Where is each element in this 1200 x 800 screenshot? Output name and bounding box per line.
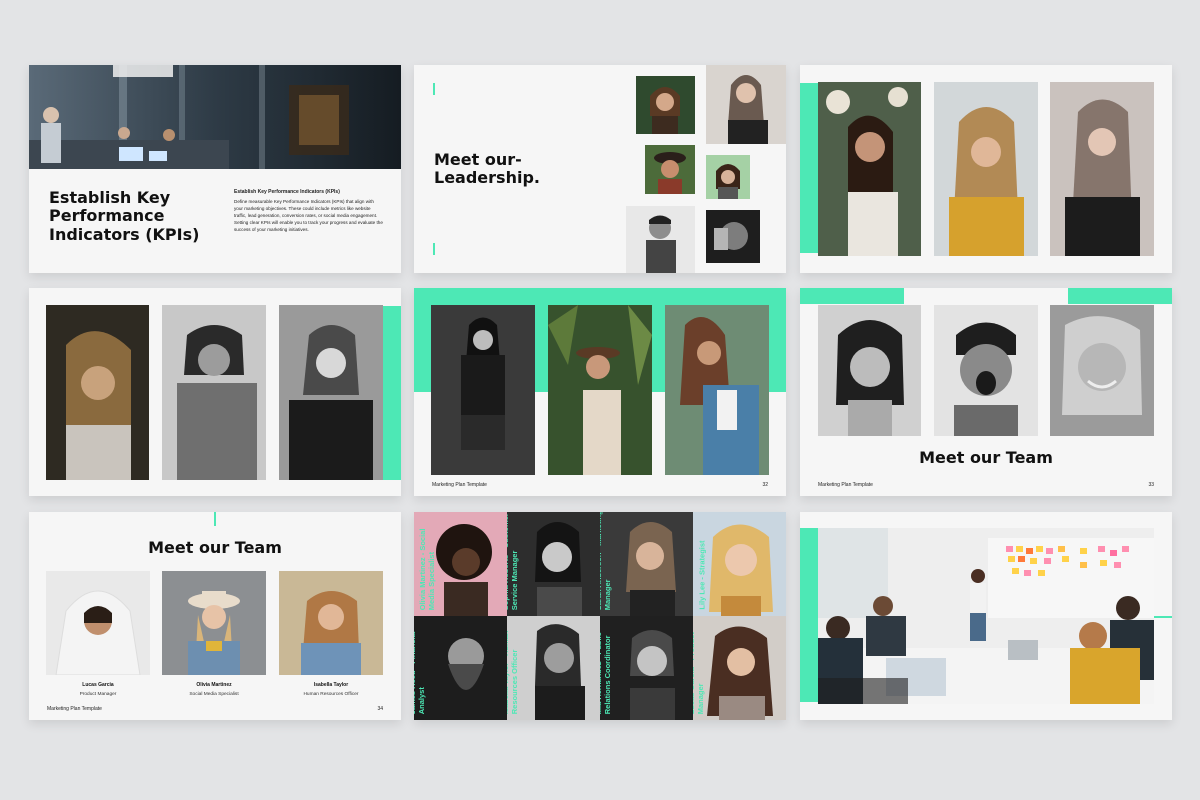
portrait-photo — [431, 305, 535, 475]
portrait-photo — [46, 571, 150, 675]
portrait-photo — [1050, 82, 1154, 256]
portrait-photo — [706, 65, 786, 144]
accent-bar — [800, 83, 818, 253]
slide-teal-gallery[interactable]: Marketing Plan Template 32 — [414, 288, 786, 496]
portrait-photo — [706, 210, 760, 263]
slide-team-bw[interactable]: Meet our Team Marketing Plan Template 33 — [800, 288, 1172, 496]
portrait-photo — [279, 571, 383, 675]
team-tile: Olivia Martinez - Social Media Specialis… — [414, 512, 507, 616]
member-role: Product Manager — [79, 692, 117, 697]
member-label: Isabella Taylor - Human Resources Office… — [507, 630, 519, 714]
office-photo — [29, 65, 401, 169]
team-tile: Sophia Roberts - Customer Service Manage… — [507, 512, 600, 616]
portrait-photo — [818, 82, 921, 256]
team-tile: Lily Lee - Strategist — [693, 512, 786, 616]
portrait-photo — [665, 305, 769, 475]
portrait-photo — [934, 305, 1038, 436]
member-label: Lucas Garcia - Product Manager — [693, 631, 705, 714]
team-title: Meet our Team — [919, 448, 1053, 467]
slide-bw-portraits[interactable] — [29, 288, 401, 496]
member-label: James Reed - Financial Analyst — [414, 631, 426, 714]
portrait-photo — [645, 145, 695, 194]
team-tile: Isabella Taylor - Human Resources Office… — [507, 616, 600, 720]
slide-meeting-photo[interactable] — [800, 512, 1172, 720]
slide-leadership[interactable]: Meet our- Leadership. — [414, 65, 786, 273]
member-label: Sophia Roberts - Customer Service Manage… — [507, 512, 519, 610]
meeting-photo — [818, 528, 1154, 704]
member-name: Isabella Taylor — [313, 682, 349, 688]
page-number: 32 — [762, 482, 768, 488]
accent-line-bottom — [433, 243, 435, 255]
portrait-photo — [548, 305, 652, 475]
accent-line — [214, 512, 216, 526]
leadership-title: Meet our- Leadership. — [434, 150, 540, 188]
member-label: Lily Lee - Strategist — [697, 540, 707, 610]
portrait-photo — [46, 305, 149, 480]
slide-kpi[interactable]: Establish Key Performance Indicators (KP… — [29, 65, 401, 273]
portrait-photo — [162, 571, 266, 675]
page-number: 34 — [377, 706, 383, 712]
member-label: Olivia Martinez - Social Media Specialis… — [417, 528, 436, 610]
member-role: Human Resources Officer — [303, 692, 359, 697]
portrait-photo — [626, 206, 695, 273]
member-label: Sarah Anderson - Marketing Manager — [600, 512, 612, 610]
accent-line — [1154, 616, 1172, 618]
accent-bar — [383, 306, 401, 480]
portrait-photo — [1050, 305, 1154, 436]
member-label: Mia Hernandez - Public Relations Coordin… — [600, 631, 612, 714]
slide-footer: Marketing Plan Template — [818, 482, 873, 488]
member-name: Olivia Martinez — [196, 682, 232, 688]
member-name: Lucas Garcia — [82, 682, 114, 688]
accent-bar-left — [800, 288, 904, 304]
kpi-subtitle: Establish Key Performance Indicators (KP… — [234, 189, 340, 195]
portrait-photo — [162, 305, 266, 480]
team-title: Meet our Team — [148, 538, 282, 557]
portrait-photo — [636, 76, 695, 134]
slide-footer: Marketing Plan Template — [47, 706, 102, 712]
portrait-photo — [934, 82, 1038, 256]
page-number: 33 — [1148, 482, 1154, 488]
team-tile: Sarah Anderson - Marketing Manager — [600, 512, 693, 616]
portrait-photo — [279, 305, 383, 480]
accent-bar-right — [1068, 288, 1172, 304]
portrait-photo — [706, 155, 750, 199]
kpi-title: Establish Key Performance Indicators (KP… — [49, 188, 200, 244]
accent-line-top — [433, 83, 435, 95]
team-tile: Mia Hernandez - Public Relations Coordin… — [600, 616, 693, 720]
portrait-photo — [818, 305, 921, 436]
team-tile: James Reed - Financial Analyst — [414, 616, 507, 720]
member-role: Social Media Specialist — [189, 692, 239, 697]
slide-footer: Marketing Plan Template — [432, 482, 487, 488]
slide-team-grid[interactable]: Olivia Martinez - Social Media Specialis… — [414, 512, 786, 720]
slide-team-three[interactable]: Meet our Team Lucas Garcia Product Manag… — [29, 512, 401, 720]
slide-three-portraits[interactable] — [800, 65, 1172, 273]
accent-bar — [800, 528, 818, 702]
team-tile: Lucas Garcia - Product Manager — [693, 616, 786, 720]
kpi-body: Define measurable Key Performance Indica… — [234, 199, 383, 233]
